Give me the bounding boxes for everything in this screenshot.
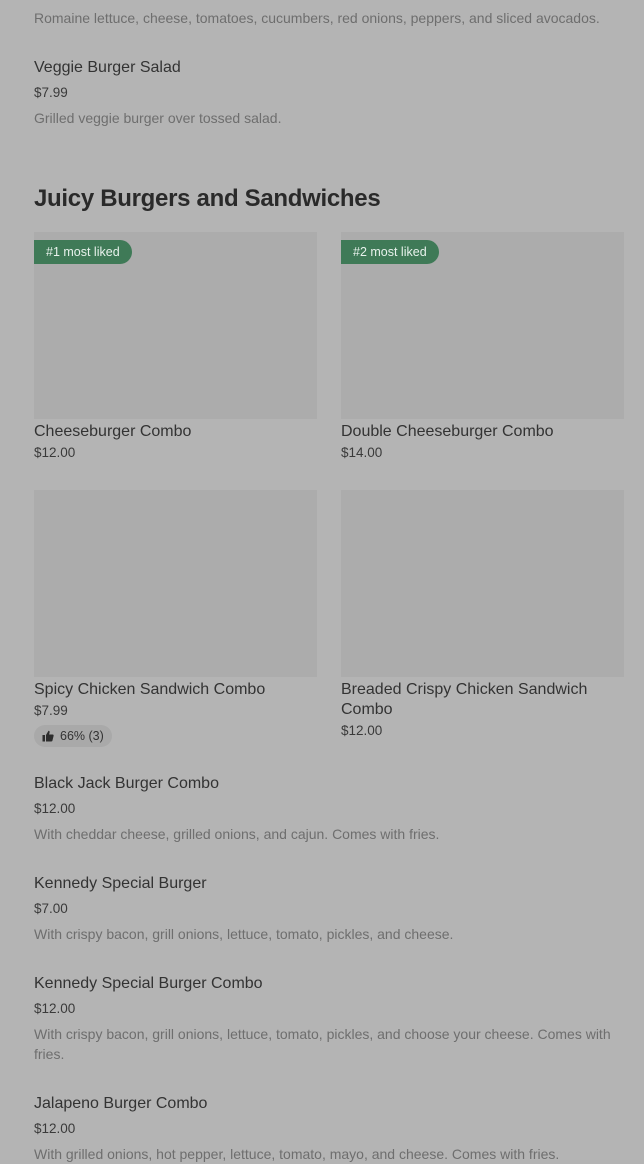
rating-text: 66% (3) <box>60 729 104 743</box>
most-liked-badge: #1 most liked <box>34 240 132 264</box>
most-liked-badge: #2 most liked <box>341 240 439 264</box>
menu-item-description: Romaine lettuce, cheese, tomatoes, cucum… <box>34 10 600 26</box>
menu-item-name: Kennedy Special Burger <box>34 875 207 892</box>
menu-item-name: Cheeseburger Combo <box>34 423 192 440</box>
menu-item-kennedy-special-burger-combo[interactable]: Kennedy Special Burger Combo $12.00 With… <box>34 974 614 1064</box>
menu-card-cheeseburger-combo[interactable]: #1 most liked Cheeseburger Combo $12.00 <box>34 232 317 462</box>
menu-item-black-jack-burger-combo[interactable]: Black Jack Burger Combo $12.00 With ched… <box>34 774 624 844</box>
menu-item-kennedy-special-burger[interactable]: Kennedy Special Burger $7.00 With crispy… <box>34 874 624 944</box>
menu-item-price: $12.00 <box>34 1001 76 1016</box>
menu-item-image <box>341 490 624 677</box>
menu-item-price: $7.99 <box>34 85 68 100</box>
menu-item-description: With crispy bacon, grill onions, lettuce… <box>34 1026 611 1062</box>
menu-card-spicy-chicken-sandwich-combo[interactable]: Spicy Chicken Sandwich Combo $7.99 66% (… <box>34 490 317 747</box>
menu-item-price: $7.99 <box>34 703 68 718</box>
menu-item-price: $12.00 <box>34 801 76 816</box>
menu-item-name: Spicy Chicken Sandwich Combo <box>34 681 266 698</box>
section-title: Juicy Burgers and Sandwiches <box>34 185 381 212</box>
menu-item-name: Double Cheeseburger Combo <box>341 423 554 440</box>
menu-item-image: #2 most liked <box>341 232 624 419</box>
menu-item-veggie-burger-salad[interactable]: Veggie Burger Salad $7.99 Grilled veggie… <box>34 58 624 128</box>
thumbs-up-icon <box>42 730 54 742</box>
menu-item-price: $7.00 <box>34 901 68 916</box>
menu-item-price: $12.00 <box>341 723 383 738</box>
menu-item-description: With grilled onions, hot pepper, lettuce… <box>34 1146 560 1162</box>
menu-item-name: Veggie Burger Salad <box>34 59 181 76</box>
menu-item-name: Kennedy Special Burger Combo <box>34 975 263 992</box>
menu-item-price: $12.00 <box>34 445 76 460</box>
menu-item-image: #1 most liked <box>34 232 317 419</box>
menu-item-jalapeno-burger-combo[interactable]: Jalapeno Burger Combo $12.00 With grille… <box>34 1094 634 1164</box>
menu-item-name: Jalapeno Burger Combo <box>34 1095 208 1112</box>
menu-item-price: $12.00 <box>34 1121 76 1136</box>
rating-badge: 66% (3) <box>34 725 112 747</box>
menu-card-breaded-crispy-chicken-sandwich-combo[interactable]: Breaded Crispy Chicken Sandwich Combo $1… <box>341 490 624 740</box>
menu-item-description: Grilled veggie burger over tossed salad. <box>34 110 282 126</box>
menu-item-price: $14.00 <box>341 445 383 460</box>
menu-item-name: Breaded Crispy Chicken Sandwich Combo <box>341 681 588 718</box>
menu-item-description: With crispy bacon, grill onions, lettuce… <box>34 926 454 942</box>
menu-item-description: With cheddar cheese, grilled onions, and… <box>34 826 440 842</box>
menu-item-image <box>34 490 317 677</box>
menu-card-double-cheeseburger-combo[interactable]: #2 most liked Double Cheeseburger Combo … <box>341 232 624 462</box>
menu-item-name: Black Jack Burger Combo <box>34 775 219 792</box>
